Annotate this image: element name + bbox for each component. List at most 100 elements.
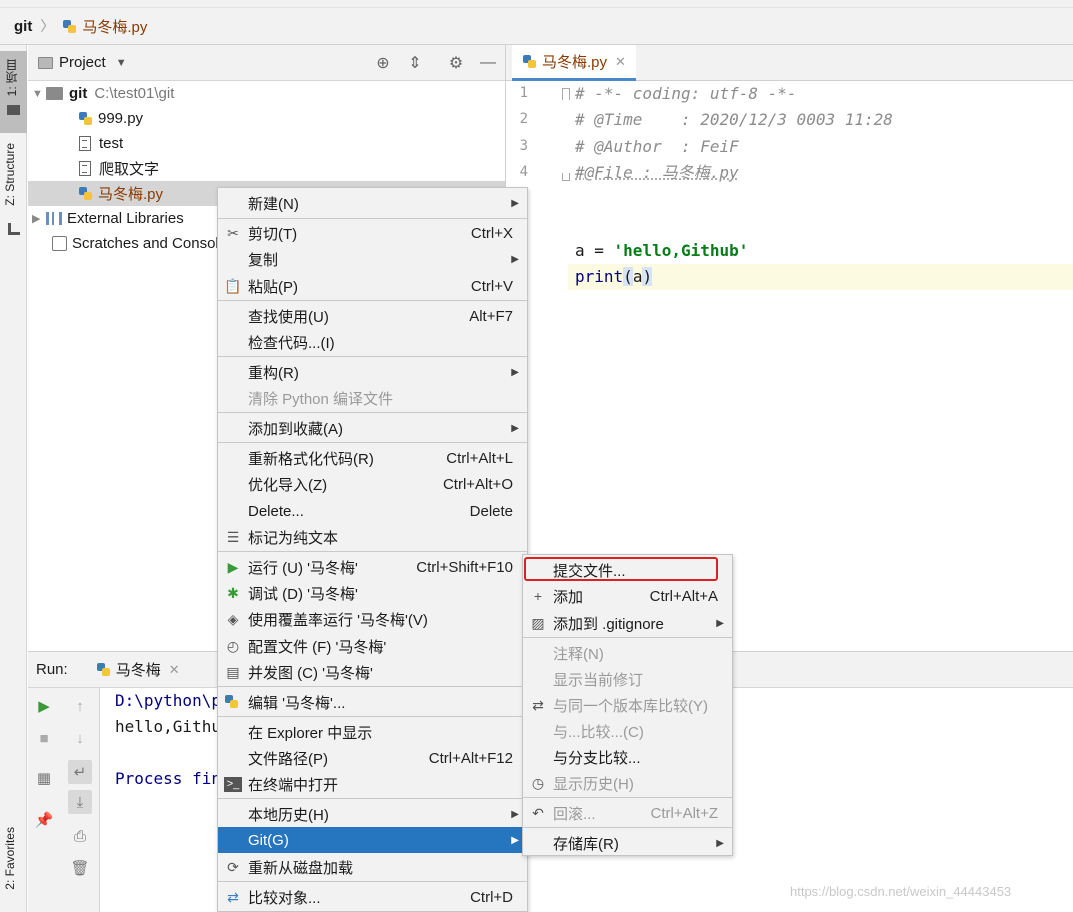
menu-item-open-terminal[interactable]: >_ 在终端中打开 [218, 771, 527, 797]
menu-item-refactor[interactable]: 重构(R) ▶ [218, 359, 527, 385]
pin-icon[interactable]: 📌 [32, 808, 56, 832]
menu-item-git[interactable]: Git(G) ▶ [218, 827, 527, 853]
menu-item-clean-python[interactable]: 清除 Python 编译文件 [218, 385, 527, 411]
stop-icon[interactable]: ■ [32, 726, 56, 750]
favorites-tab-label: 2: Favorites [3, 827, 17, 890]
menu-separator [218, 300, 527, 301]
menu-shortcut: Alt+F7 [469, 307, 513, 325]
project-view-selector[interactable]: Project [59, 54, 106, 71]
code-paren: ) [642, 267, 653, 286]
menu-item-compare[interactable]: ⇄ 比较对象... Ctrl+D [218, 884, 527, 910]
menu-label: 文件路径(P) [248, 750, 328, 768]
menu-item-gitignore[interactable]: ▨ 添加到 .gitignore ▶ [523, 610, 732, 636]
breadcrumb-root[interactable]: git [14, 18, 32, 35]
text-file-icon: ☰ [226, 528, 240, 545]
run-tab[interactable]: 马冬梅 [116, 659, 161, 680]
menu-item-concurrency[interactable]: ▤ 并发图 (C) '马冬梅' [218, 659, 527, 685]
shield-icon: ◈ [227, 610, 239, 627]
menu-item-add-to-favorites[interactable]: 添加到收藏(A) ▶ [218, 415, 527, 441]
menu-item-new[interactable]: 新建(N) ▶ [218, 190, 527, 216]
menu-label: 与同一个版本库比较(Y) [553, 697, 708, 715]
menu-label: 重新格式化代码(R) [248, 450, 374, 468]
menu-item-cut[interactable]: ✂ 剪切(T) Ctrl+X [218, 220, 527, 246]
python-file-icon [96, 662, 111, 677]
menu-item-compare-same-repo[interactable]: ⇄ 与同一个版本库比较(Y) [523, 692, 732, 718]
print-icon[interactable]: ⎙ [68, 824, 92, 848]
menu-item-run-coverage[interactable]: ◈ 使用覆盖率运行 '马冬梅'(V) [218, 606, 527, 632]
expand-arrow-icon[interactable]: ▼ [32, 88, 46, 100]
menu-item-mark-plain-text[interactable]: ☰ 标记为纯文本 [218, 524, 527, 550]
chevron-down-icon[interactable]: ▼ [116, 57, 127, 69]
code-line-assign: a = 'hello,Github' [575, 238, 748, 264]
scroll-to-end-icon[interactable]: ⤓ [68, 790, 92, 814]
menu-item-edit-config[interactable]: 编辑 '马冬梅'... [218, 689, 527, 715]
menu-label: 在终端中打开 [248, 776, 339, 794]
menu-item-local-history[interactable]: 本地历史(H) ▶ [218, 801, 527, 827]
text-file-icon [79, 136, 91, 151]
menu-item-inspect-code[interactable]: 检查代码...(I) [218, 329, 527, 355]
breadcrumb-file[interactable]: 马冬梅.py [82, 16, 147, 37]
top-strip [0, 0, 1073, 8]
close-icon[interactable]: ✕ [615, 54, 626, 70]
collapse-all-icon[interactable]: ⇕ [403, 45, 427, 81]
menu-separator [218, 412, 527, 413]
submenu-arrow-icon: ▶ [511, 834, 519, 846]
scissors-icon: ✂ [227, 224, 239, 241]
locate-icon[interactable]: ⊕ [371, 45, 395, 81]
menu-item-compare-branch[interactable]: 与分支比较... [523, 744, 732, 770]
favorites-tool-tab[interactable]: 2: Favorites [0, 825, 27, 912]
menu-item-file-path[interactable]: 文件路径(P) Ctrl+Alt+F12 [218, 745, 527, 771]
tree-item-git[interactable]: ▼ git C:\test01\git [28, 81, 505, 106]
menu-item-repository[interactable]: 存储库(R) ▶ [523, 830, 732, 855]
menu-item-copy[interactable]: 复制 ▶ [218, 246, 527, 272]
trash-icon[interactable]: 🗑 [68, 856, 92, 880]
menu-item-annotate[interactable]: 注释(N) [523, 640, 732, 666]
arrow-down-icon[interactable]: ↓ [68, 726, 92, 750]
menu-label: 重构(R) [248, 364, 299, 382]
git-submenu: 提交文件... + 添加 Ctrl+Alt+A ▨ 添加到 .gitignore ▶ 注… [522, 554, 733, 856]
editor-tab-madongmei[interactable]: 马冬梅.py ✕ [512, 45, 636, 81]
menu-item-paste[interactable]: 📋 粘贴(P) Ctrl+V [218, 273, 527, 299]
menu-item-compare-with[interactable]: 与...比较...(C) [523, 718, 732, 744]
menu-item-git-add[interactable]: + 添加 Ctrl+Alt+A [523, 583, 732, 609]
run-icon: ▶ [227, 558, 239, 575]
menu-label: 并发图 (C) '马冬梅' [248, 664, 373, 682]
tree-item-test[interactable]: test [28, 131, 505, 156]
minimize-icon[interactable]: — [476, 45, 500, 81]
run-toolbar: ▶ ■ ▦ 📌 ↑ ↓ ↵ ⤓ ⎙ 🗑 [28, 688, 100, 912]
tree-item-label: External Libraries [67, 210, 184, 227]
menu-item-find-usages[interactable]: 查找使用(U) Alt+F7 [218, 303, 527, 329]
menu-item-show-revision[interactable]: 显示当前修订 [523, 666, 732, 692]
menu-label: 使用覆盖率运行 '马冬梅'(V) [248, 611, 428, 629]
menu-item-debug[interactable]: ✱ 调试 (D) '马冬梅' [218, 580, 527, 606]
menu-item-delete[interactable]: Delete... Delete [218, 498, 527, 524]
menu-item-optimize-imports[interactable]: 优化导入(Z) Ctrl+Alt+O [218, 471, 527, 497]
menu-item-show-history[interactable]: ◷ 显示历史(H) [523, 770, 732, 796]
menu-item-run[interactable]: ▶ 运行 (U) '马冬梅' Ctrl+Shift+F10 [218, 554, 527, 580]
menu-item-profile[interactable]: ◴ 配置文件 (F) '马冬梅' [218, 633, 527, 659]
plus-icon: + [533, 588, 543, 604]
project-tool-tab[interactable]: 1: 项目 [0, 51, 27, 133]
tree-item-999py[interactable]: 999.py [28, 106, 505, 131]
menu-shortcut: Ctrl+D [470, 888, 513, 906]
arrow-up-icon[interactable]: ↑ [68, 694, 92, 718]
layout-icon[interactable]: ▦ [32, 766, 56, 790]
menu-separator [218, 356, 527, 357]
menu-item-reformat[interactable]: 重新格式化代码(R) Ctrl+Alt+L [218, 445, 527, 471]
menu-label: 与...比较...(C) [553, 723, 644, 741]
menu-item-rollback[interactable]: ↶ 回滚... Ctrl+Alt+Z [523, 800, 732, 826]
code-line: # @Author : FeiF [575, 137, 739, 156]
menu-label: 优化导入(Z) [248, 476, 328, 494]
tree-item-label: Scratches and Consoles [72, 235, 235, 252]
menu-label: 查找使用(U) [248, 308, 329, 326]
soft-wrap-icon[interactable]: ↵ [68, 760, 92, 784]
gear-icon[interactable]: ⚙ [444, 45, 468, 81]
menu-item-show-explorer[interactable]: 在 Explorer 中显示 [218, 719, 527, 745]
rerun-icon[interactable]: ▶ [32, 694, 56, 718]
menu-shortcut: Ctrl+Alt+L [446, 449, 513, 467]
expand-arrow-icon[interactable]: ▶ [32, 212, 46, 225]
menu-item-reload[interactable]: ⟳ 重新从磁盘加载 [218, 854, 527, 880]
close-icon[interactable]: ✕ [169, 662, 180, 678]
menu-label: 复制 [248, 251, 279, 269]
tree-item-crawl[interactable]: 爬取文字 [28, 156, 505, 181]
